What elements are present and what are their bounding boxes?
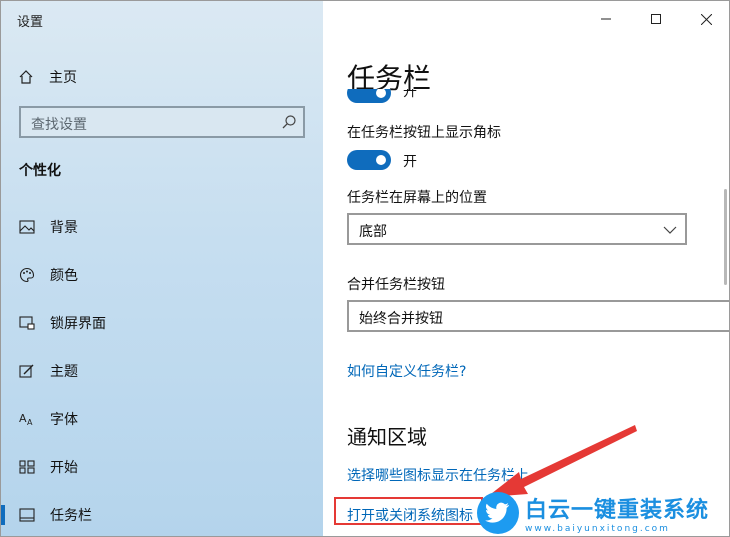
minimize-icon — [601, 18, 611, 20]
search-input[interactable]: 查找设置 — [19, 106, 305, 138]
lock-screen-icon — [18, 314, 36, 332]
close-button[interactable] — [681, 1, 729, 37]
font-icon: AA — [18, 410, 36, 428]
watermark: 白云一键重装系统 www.baiyunxitong.com — [477, 487, 729, 536]
svg-text:A: A — [19, 412, 27, 425]
highlight-box — [334, 497, 483, 525]
toggle-knob — [376, 89, 386, 98]
sidebar-item-taskbar[interactable]: 任务栏 — [1, 499, 323, 531]
settings-window: 设置 主页 查找设置 个性化 背景 颜色 锁屏界面 主题 A A 字体 开始 任… — [0, 0, 730, 537]
notification-area-heading: 通知区域 — [347, 425, 427, 449]
sidebar-item-lock-screen[interactable]: 锁屏界面 — [1, 307, 323, 339]
image-icon — [18, 218, 36, 236]
sidebar-item-background[interactable]: 背景 — [1, 211, 323, 243]
position-setting-label: 任务栏在屏幕上的位置 — [347, 190, 487, 206]
sidebar-item-themes[interactable]: 主题 — [1, 355, 323, 387]
sidebar-item-label: 主题 — [50, 364, 78, 380]
section-title: 个性化 — [19, 163, 61, 179]
bird-logo-icon — [477, 491, 519, 534]
sidebar-item-label: 任务栏 — [50, 508, 92, 524]
content-pane: 任务栏 开 在任务栏按钮上显示角标 开 任务栏在屏幕上的位置 底部 合并任务栏按… — [323, 1, 729, 536]
palette-icon — [18, 266, 36, 284]
selection-indicator — [1, 505, 5, 525]
clipped-toggle-row: 开 — [323, 89, 729, 105]
sidebar-item-colors[interactable]: 颜色 — [1, 259, 323, 291]
watermark-text: 白云一键重装系统 www.baiyunxitong.com — [525, 492, 709, 534]
select-taskbar-icons-link[interactable]: 选择哪些图标显示在任务栏上 — [347, 465, 529, 485]
position-dropdown[interactable]: 底部 — [347, 213, 687, 245]
sidebar-item-label: 开始 — [50, 460, 78, 476]
combine-value: 始终合并按钮 — [359, 311, 443, 327]
search-icon[interactable] — [281, 114, 297, 130]
sidebar-item-start[interactable]: 开始 — [1, 451, 323, 483]
badges-setting-label: 在任务栏按钮上显示角标 — [347, 125, 501, 141]
app-title: 设置 — [17, 15, 44, 30]
sidebar-item-label: 锁屏界面 — [50, 316, 106, 332]
window-controls — [581, 1, 729, 37]
start-icon — [18, 458, 36, 476]
sidebar: 设置 主页 查找设置 个性化 背景 颜色 锁屏界面 主题 A A 字体 开始 任… — [1, 1, 323, 536]
chevron-down-icon — [663, 226, 677, 234]
badges-toggle-state: 开 — [403, 154, 417, 170]
home-icon — [17, 68, 35, 86]
watermark-url: www.baiyunxitong.com — [525, 523, 670, 534]
taskbar-icon — [18, 506, 36, 524]
combine-dropdown[interactable]: 始终合并按钮 — [347, 300, 729, 332]
scrollbar[interactable] — [724, 189, 727, 285]
toggle-knob — [376, 155, 386, 165]
combine-setting-label: 合并任务栏按钮 — [347, 277, 445, 293]
minimize-button[interactable] — [581, 1, 631, 37]
svg-text:A: A — [27, 418, 33, 427]
watermark-main: 白云一键重装系统 — [525, 497, 710, 523]
top-toggle-state: 开 — [403, 89, 417, 100]
badges-toggle[interactable] — [347, 150, 391, 170]
sidebar-item-label: 字体 — [50, 412, 78, 428]
sidebar-item-label: 背景 — [50, 220, 78, 236]
sidebar-item-label: 颜色 — [50, 268, 78, 284]
position-value: 底部 — [359, 224, 387, 240]
maximize-button[interactable] — [631, 1, 681, 37]
sidebar-item-fonts[interactable]: AA 字体 — [1, 403, 323, 435]
theme-icon — [18, 362, 36, 380]
home-label: 主页 — [49, 70, 77, 86]
home-nav-item[interactable]: 主页 — [17, 65, 77, 89]
customize-taskbar-link[interactable]: 如何自定义任务栏? — [347, 361, 466, 381]
close-icon — [700, 13, 712, 25]
maximize-icon — [651, 14, 661, 24]
top-toggle[interactable] — [347, 89, 391, 103]
search-placeholder: 查找设置 — [31, 117, 87, 133]
